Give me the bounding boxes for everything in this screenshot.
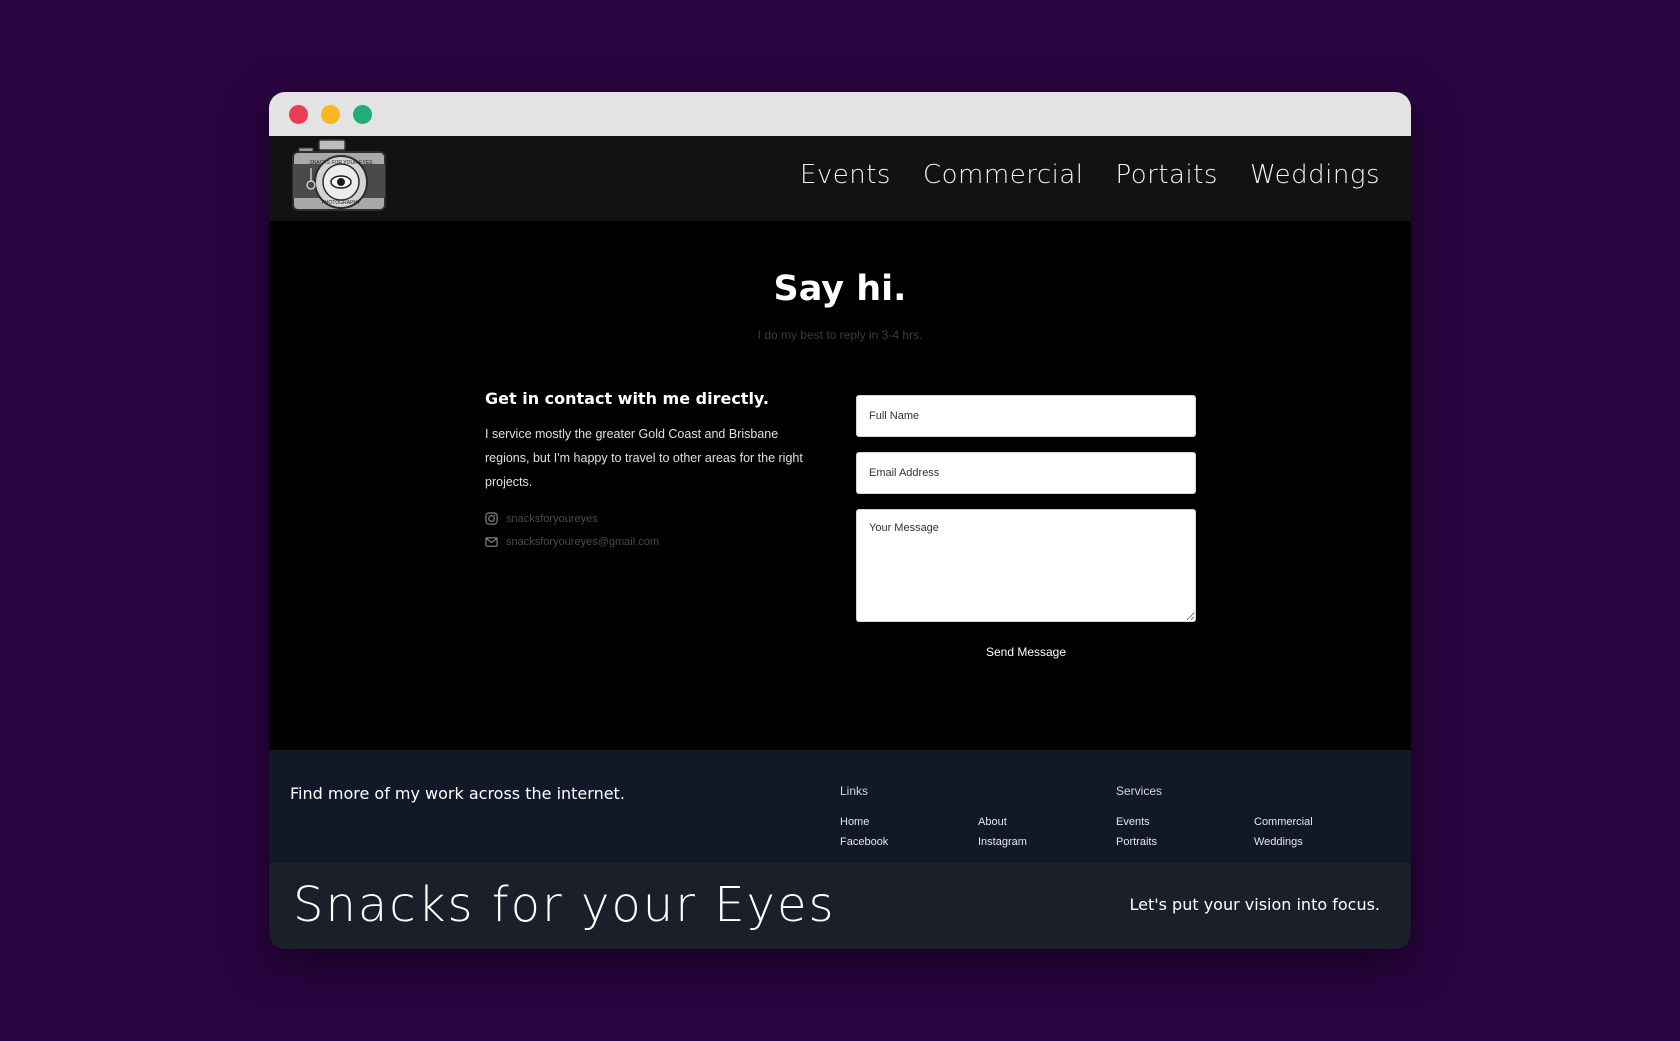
email-input[interactable]	[856, 452, 1196, 494]
nav-weddings[interactable]: Weddings	[1250, 160, 1380, 190]
camera-logo[interactable]: SNACKS FOR YOUR EYES PHOTOGRAPHY	[291, 138, 387, 218]
footer-links-column: Links Home About Facebook Instagram	[840, 784, 1116, 848]
nav-portraits[interactable]: Portaits	[1116, 160, 1218, 190]
logo-text-bottom: PHOTOGRAPHY	[322, 200, 361, 206]
logo-text-top: SNACKS FOR YOUR EYES	[310, 160, 374, 166]
footer-service-weddings[interactable]: Weddings	[1254, 836, 1392, 848]
minimize-window-button[interactable]	[321, 105, 340, 124]
footer-link-facebook[interactable]: Facebook	[840, 836, 978, 848]
main-nav: Events Commercial Portaits Weddings	[800, 160, 1380, 190]
footer-tagline: Find more of my work across the internet…	[290, 784, 625, 803]
footer-links-heading: Links	[840, 784, 869, 798]
nav-events[interactable]: Events	[800, 160, 891, 190]
instagram-icon	[485, 512, 498, 525]
full-name-input[interactable]	[856, 395, 1196, 437]
message-textarea[interactable]	[856, 509, 1196, 622]
footer-services-column: Services Events Commercial Portraits Wed…	[1116, 784, 1392, 848]
email-contact[interactable]: snacksforyoureyes@gmail.com	[485, 535, 825, 548]
brand-tagline: Let's put your vision into focus.	[1129, 895, 1380, 914]
footer-link-instagram[interactable]: Instagram	[978, 836, 1116, 848]
footer-service-portraits[interactable]: Portraits	[1116, 836, 1254, 848]
contact-form: Send Message	[856, 395, 1196, 660]
maximize-window-button[interactable]	[353, 105, 372, 124]
footer-link-home[interactable]: Home	[840, 816, 978, 828]
instagram-handle[interactable]: snacksforyoureyes	[506, 513, 598, 525]
close-window-button[interactable]	[289, 105, 308, 124]
contact-info: Get in contact with me directly. I servi…	[485, 389, 825, 548]
contact-section: Say hi. I do my best to reply in 3-4 hrs…	[269, 221, 1411, 750]
email-address[interactable]: snacksforyoureyes@gmail.com	[506, 536, 659, 548]
page-title: Say hi.	[773, 269, 907, 309]
window-titlebar	[269, 92, 1411, 136]
send-message-button[interactable]: Send Message	[980, 644, 1072, 660]
contact-heading: Get in contact with me directly.	[485, 389, 769, 408]
mail-icon	[485, 537, 498, 547]
nav-commercial[interactable]: Commercial	[923, 160, 1084, 190]
brand-bar: Snacks for your Eyes Let's put your visi…	[269, 863, 1411, 949]
footer-service-events[interactable]: Events	[1116, 816, 1254, 828]
browser-window: SNACKS FOR YOUR EYES PHOTOGRAPHY Events …	[269, 92, 1411, 949]
instagram-contact[interactable]: snacksforyoureyes	[485, 512, 825, 525]
footer-service-commercial[interactable]: Commercial	[1254, 816, 1392, 828]
site-header: SNACKS FOR YOUR EYES PHOTOGRAPHY Events …	[269, 136, 1411, 221]
site-footer: Find more of my work across the internet…	[269, 750, 1411, 863]
footer-services-heading: Services	[1116, 784, 1163, 798]
brand-name: Snacks for your Eyes	[293, 877, 836, 933]
footer-link-about[interactable]: About	[978, 816, 1116, 828]
contact-body: I service mostly the greater Gold Coast …	[485, 427, 803, 489]
page-subtitle: I do my best to reply in 3-4 hrs.	[757, 328, 923, 342]
